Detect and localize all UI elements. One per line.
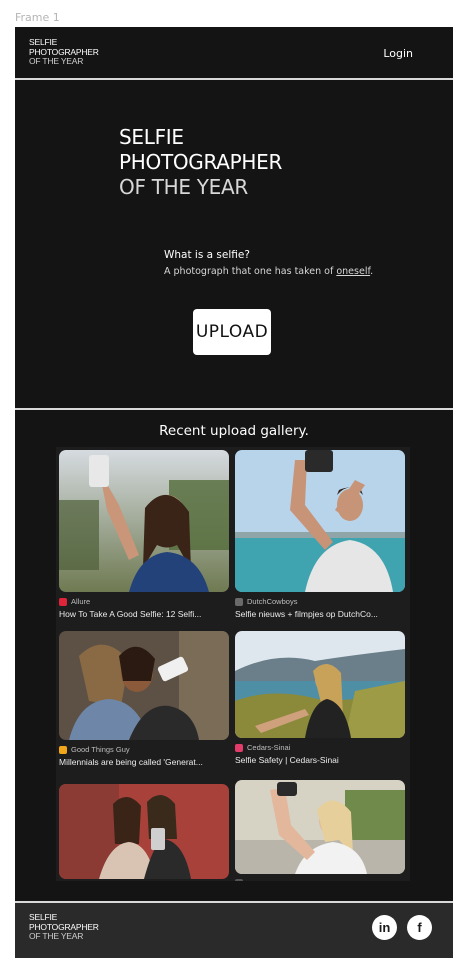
gallery-image[interactable] <box>59 450 229 592</box>
answer-prefix: A photograph that one has taken of <box>164 266 337 277</box>
logo-line-3: OF THE YEAR <box>29 931 84 941</box>
page-frame: SELFIE PHOTOGRAPHER OF THE YEAR Login SE… <box>15 27 453 958</box>
gallery-item-title[interactable]: Millennials are being called 'Generat... <box>59 757 229 767</box>
gallery-item-title[interactable]: Selfie nieuws + filmpjes op DutchCo... <box>235 609 405 619</box>
footer: SELFIE PHOTOGRAPHER OF THE YEAR in f <box>15 903 453 958</box>
gallery-image[interactable] <box>59 631 229 740</box>
gallery-image[interactable] <box>235 631 405 738</box>
selfie-photo-2 <box>235 450 405 592</box>
gallery-image[interactable] <box>235 450 405 592</box>
gallery-item-title[interactable]: Selfie Safety | Cedars-Sinai <box>235 755 405 765</box>
gallery-grid: Allure How To Take A Good Selfie: 12 Sel… <box>56 447 410 881</box>
hero-title-line-3: OF THE YEAR <box>119 175 248 199</box>
gallery-item[interactable] <box>59 784 229 879</box>
gallery-item[interactable] <box>235 780 405 881</box>
selfie-photo-1 <box>59 450 229 592</box>
hero-title-line-2: PHOTOGRAPHER <box>119 150 283 174</box>
selfie-photo-3 <box>59 631 229 740</box>
source-favicon-icon <box>235 743 243 752</box>
hero-title-line-1: SELFIE <box>119 125 184 149</box>
source-name: Cedars-Sinai <box>247 743 291 752</box>
selfie-question: What is a selfie? <box>164 249 250 261</box>
gallery-image[interactable] <box>235 780 405 874</box>
source-name: Good Things Guy <box>71 745 130 754</box>
gallery-item-title[interactable]: How To Take A Good Selfie: 12 Selfi... <box>59 609 229 619</box>
gallery-title: Recent upload gallery. <box>159 423 309 439</box>
source-name: Allure <box>71 597 91 606</box>
linkedin-icon[interactable]: in <box>372 915 397 940</box>
selfie-photo-6 <box>235 780 405 874</box>
hero-title: SELFIE PHOTOGRAPHER OF THE YEAR <box>119 125 282 200</box>
logo-line-3: OF THE YEAR <box>29 56 84 66</box>
selfie-photo-4 <box>235 631 405 738</box>
login-link[interactable]: Login <box>383 47 413 60</box>
gallery-item[interactable]: Cedars-Sinai Selfie Safety | Cedars-Sina… <box>235 631 405 765</box>
header-divider <box>15 78 453 80</box>
selfie-photo-5 <box>59 784 229 879</box>
header-logo[interactable]: SELFIE PHOTOGRAPHER OF THE YEAR <box>29 37 99 67</box>
gallery-item[interactable]: Good Things Guy Millennials are being ca… <box>59 631 229 767</box>
selfie-answer: A photograph that one has taken of onese… <box>164 266 373 277</box>
gallery-item[interactable]: DutchCowboys Selfie nieuws + filmpjes op… <box>235 450 405 619</box>
gallery-image[interactable] <box>59 784 229 879</box>
gallery-source <box>235 879 405 881</box>
gallery-source: Cedars-Sinai <box>235 743 405 752</box>
footer-logo[interactable]: SELFIE PHOTOGRAPHER OF THE YEAR <box>29 912 99 942</box>
source-favicon-icon <box>59 597 67 606</box>
hero-divider <box>15 408 453 410</box>
answer-link[interactable]: oneself <box>336 266 370 277</box>
source-favicon-icon <box>235 597 243 606</box>
frame-label: Frame 1 <box>15 11 60 24</box>
header: SELFIE PHOTOGRAPHER OF THE YEAR Login <box>15 27 453 78</box>
source-favicon-icon <box>235 879 243 881</box>
gallery-source: Allure <box>59 597 229 606</box>
answer-suffix: . <box>370 266 374 277</box>
gallery-source: DutchCowboys <box>235 597 405 606</box>
upload-button[interactable]: UPLOAD <box>193 309 271 355</box>
source-name: DutchCowboys <box>247 597 298 606</box>
gallery-item[interactable]: Allure How To Take A Good Selfie: 12 Sel… <box>59 450 229 619</box>
facebook-icon[interactable]: f <box>407 915 432 940</box>
source-favicon-icon <box>59 745 67 754</box>
gallery-source: Good Things Guy <box>59 745 229 754</box>
